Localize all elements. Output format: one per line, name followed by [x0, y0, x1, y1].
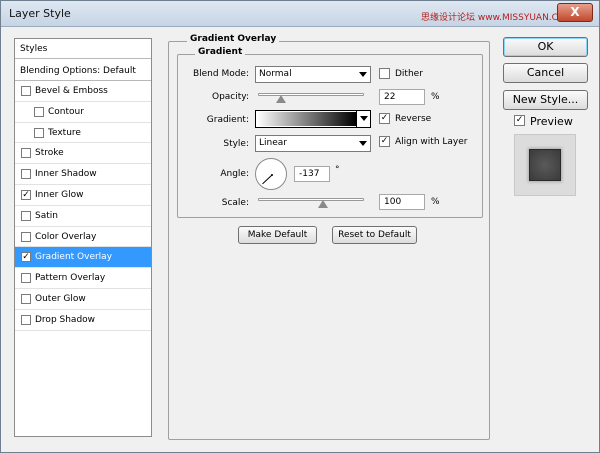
style-item-checkbox[interactable] — [21, 231, 31, 242]
angle-label: Angle: — [220, 169, 249, 179]
blend-mode-select[interactable]: Normal — [255, 66, 371, 83]
gradient-overlay-title: Gradient Overlay — [187, 34, 280, 44]
opacity-unit: % — [431, 92, 440, 102]
preview-thumbnail — [514, 134, 576, 196]
reverse-checkbox[interactable]: ✓ — [379, 113, 390, 124]
opacity-input[interactable]: 22 — [379, 89, 425, 105]
preview-label: Preview — [530, 115, 573, 128]
style-item-label: Contour — [48, 106, 84, 117]
opacity-label: Opacity: — [212, 92, 249, 102]
style-item[interactable]: Outer Glow — [15, 289, 151, 310]
gradient-label: Gradient: — [206, 115, 249, 125]
style-item-checkbox[interactable] — [21, 169, 31, 180]
scale-slider-thumb[interactable] — [318, 200, 328, 208]
style-item-checkbox[interactable] — [34, 127, 44, 138]
dither-checkbox[interactable] — [379, 68, 390, 79]
style-item-checkbox[interactable] — [21, 86, 31, 96]
style-item[interactable]: Inner Shadow — [15, 164, 151, 185]
gradient-picker[interactable] — [255, 110, 371, 128]
style-value: Linear — [259, 138, 287, 148]
layer-style-dialog: Layer Style 思缘设计论坛 www.MISSYUAN.COM X St… — [0, 0, 600, 453]
gradient-dropdown-icon[interactable] — [356, 111, 370, 127]
chevron-down-icon — [359, 141, 367, 146]
chevron-down-icon — [359, 72, 367, 77]
style-item-checkbox[interactable] — [21, 314, 31, 325]
style-item[interactable]: Texture — [15, 123, 151, 144]
style-item-label: Satin — [35, 210, 58, 221]
make-default-button[interactable]: Make Default — [238, 226, 317, 244]
style-items: Bevel & Emboss Contour Texture Stroke Inner … — [15, 81, 151, 331]
style-item[interactable]: Satin — [15, 206, 151, 227]
new-style-button[interactable]: New Style... — [503, 90, 588, 110]
align-with-layer-checkbox[interactable]: ✓ — [379, 136, 390, 147]
watermark-text: 思缘设计论坛 www.MISSYUAN.COM — [421, 13, 573, 23]
opacity-slider-track[interactable] — [258, 93, 364, 96]
style-item-label: Pattern Overlay — [35, 273, 106, 284]
blend-mode-value: Normal — [259, 69, 292, 79]
style-item-checkbox[interactable] — [21, 148, 31, 159]
opacity-slider-thumb[interactable] — [276, 95, 286, 103]
reset-to-default-button[interactable]: Reset to Default — [332, 226, 417, 244]
blending-options-item[interactable]: Blending Options: Default — [15, 61, 151, 81]
style-item-label: Gradient Overlay — [35, 252, 113, 263]
close-button[interactable]: X — [557, 3, 593, 22]
check-icon: ✓ — [380, 136, 389, 146]
style-item[interactable]: Stroke — [15, 143, 151, 165]
style-item[interactable]: ✓ Inner Glow — [15, 185, 151, 206]
style-item-checkbox[interactable]: ✓ — [21, 252, 31, 263]
check-icon: ✓ — [22, 189, 30, 200]
style-item[interactable]: Contour — [15, 102, 151, 123]
style-item-checkbox[interactable] — [21, 210, 31, 221]
styles-list: Styles Blending Options: Default Bevel &… — [14, 38, 152, 437]
style-item-label: Color Overlay — [35, 231, 97, 242]
style-item-label: Inner Shadow — [35, 169, 97, 180]
style-item-checkbox[interactable] — [21, 293, 31, 304]
style-item-checkbox[interactable]: ✓ — [21, 189, 31, 200]
align-with-layer-label: Align with Layer — [395, 137, 468, 147]
scale-unit: % — [431, 197, 440, 207]
scale-label: Scale: — [221, 198, 249, 208]
scale-input[interactable]: 100 — [379, 194, 425, 210]
angle-unit: ° — [335, 165, 340, 175]
preview-swatch — [529, 149, 561, 181]
style-item-label: Inner Glow — [35, 189, 84, 200]
style-item-label: Drop Shadow — [35, 314, 96, 325]
style-item-checkbox[interactable] — [34, 106, 44, 117]
style-item-label: Texture — [48, 127, 81, 138]
style-item-label: Stroke — [35, 148, 64, 159]
style-item[interactable]: Bevel & Emboss — [15, 81, 151, 102]
style-item[interactable]: ✓ Gradient Overlay — [15, 247, 151, 269]
ok-button[interactable]: OK — [503, 37, 588, 57]
style-select[interactable]: Linear — [255, 135, 371, 152]
check-icon: ✓ — [515, 115, 524, 125]
dither-label: Dither — [395, 69, 423, 79]
close-icon: X — [570, 5, 580, 19]
angle-dial[interactable] — [255, 158, 287, 190]
gradient-subgroup-title: Gradient — [195, 47, 246, 57]
gradient-preview[interactable] — [257, 112, 356, 126]
blend-mode-label: Blend Mode: — [192, 69, 249, 79]
check-icon: ✓ — [22, 252, 30, 263]
styles-header[interactable]: Styles — [15, 39, 151, 59]
style-item[interactable]: Pattern Overlay — [15, 268, 151, 289]
title-bar: Layer Style 思缘设计论坛 www.MISSYUAN.COM X — [1, 1, 599, 27]
reverse-label: Reverse — [395, 114, 432, 124]
scale-slider-track[interactable] — [258, 198, 364, 201]
angle-dial-icon — [262, 174, 273, 185]
style-item[interactable]: Color Overlay — [15, 227, 151, 248]
style-item[interactable]: Drop Shadow — [15, 310, 151, 331]
cancel-button[interactable]: Cancel — [503, 63, 588, 83]
style-label: Style: — [223, 139, 249, 149]
window-title: Layer Style — [9, 7, 71, 20]
preview-checkbox[interactable]: ✓ — [514, 115, 525, 126]
check-icon: ✓ — [380, 113, 389, 123]
style-item-checkbox[interactable] — [21, 273, 31, 284]
style-item-label: Bevel & Emboss — [35, 86, 108, 96]
style-item-label: Outer Glow — [35, 293, 86, 304]
angle-input[interactable]: -137 — [294, 166, 330, 182]
